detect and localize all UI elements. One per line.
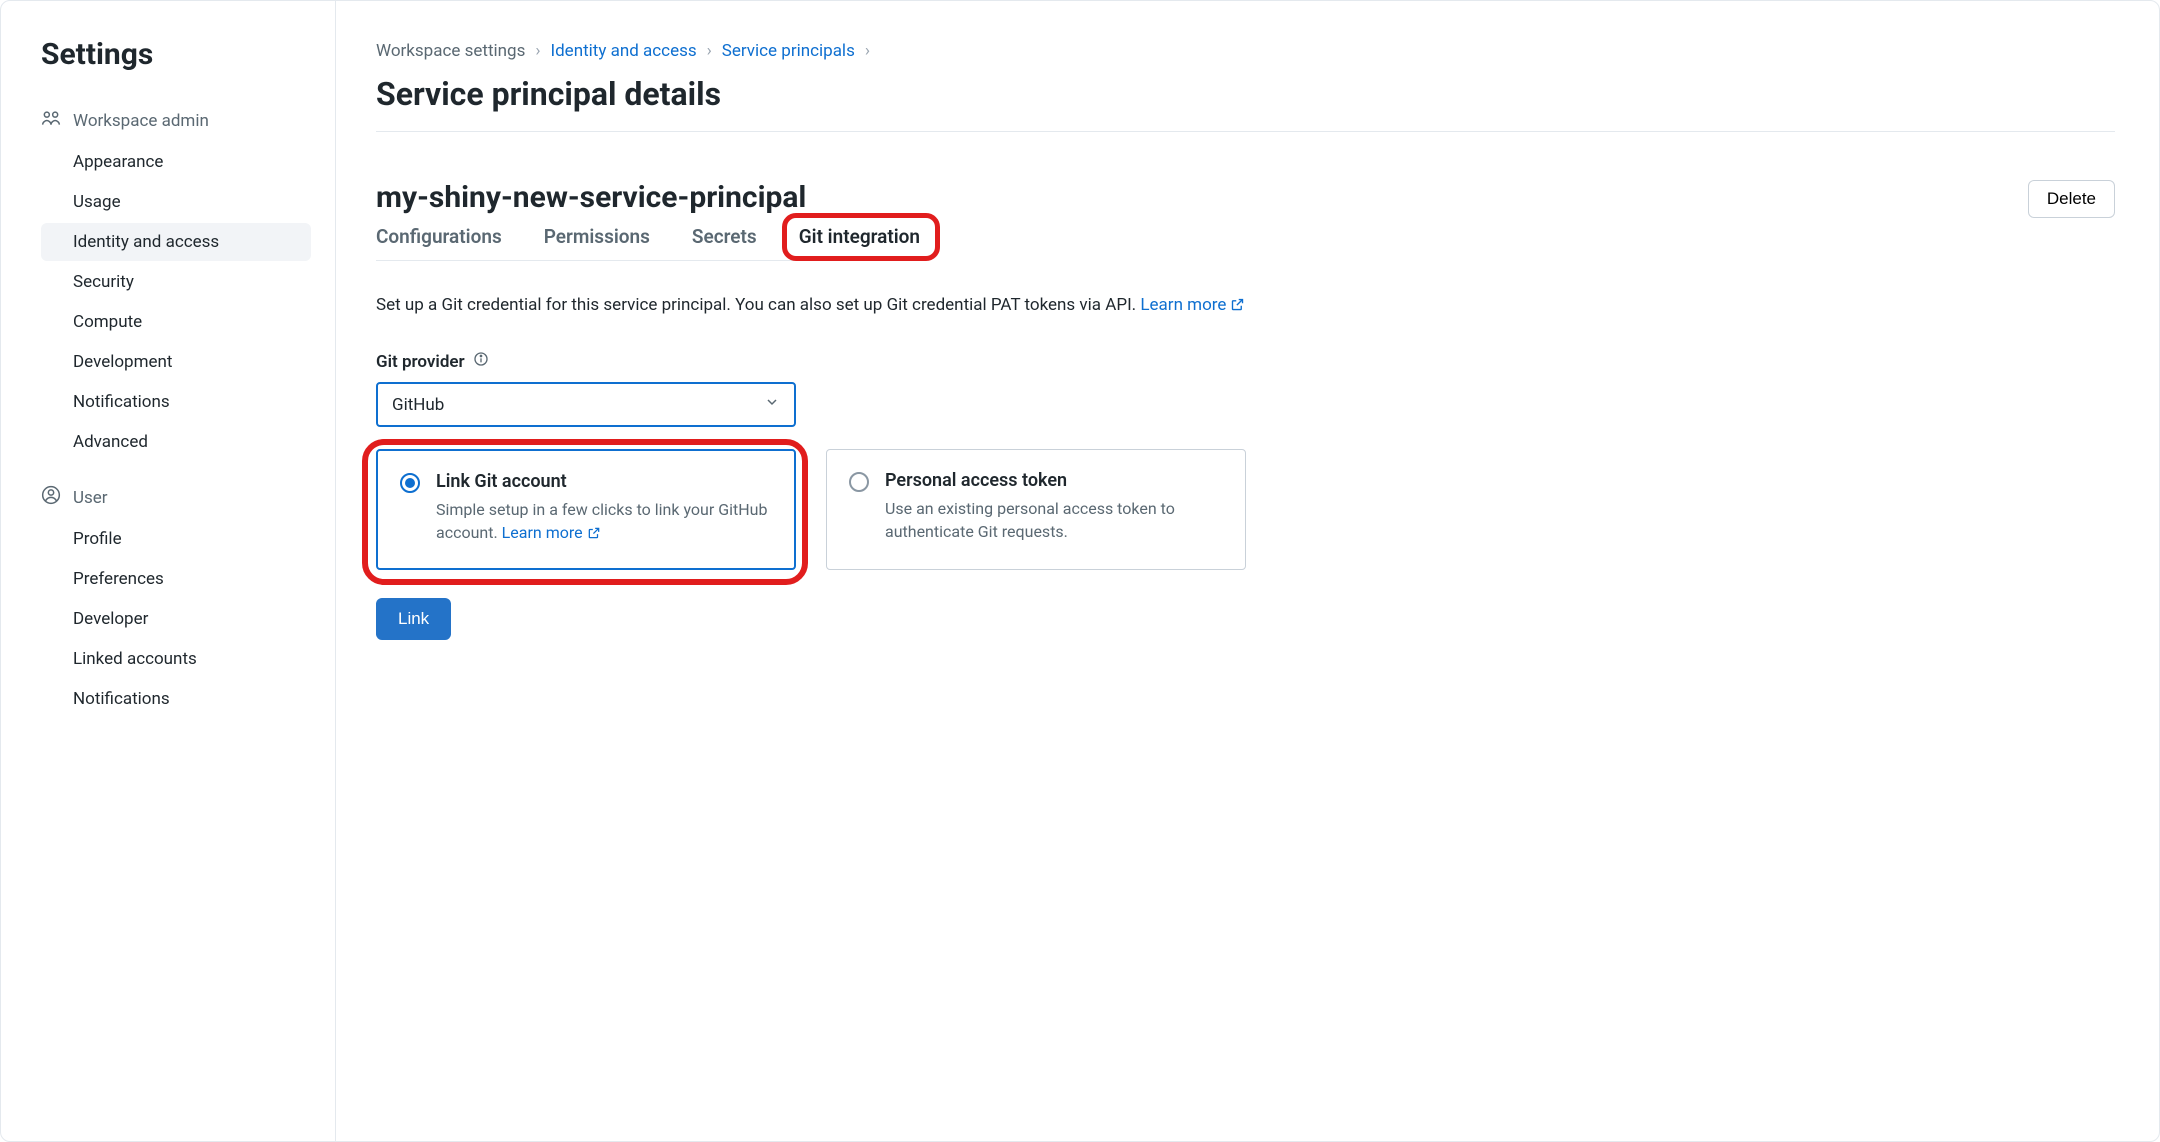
sidebar-item-development[interactable]: Development xyxy=(41,343,311,381)
breadcrumb-link-service-principals[interactable]: Service principals xyxy=(722,41,855,61)
page-title: Service principal details xyxy=(376,75,2115,113)
sidebar-item-usage[interactable]: Usage xyxy=(41,183,311,221)
sidebar-item-linked-accounts[interactable]: Linked accounts xyxy=(41,640,311,678)
learn-more-link[interactable]: Learn more xyxy=(1140,295,1245,315)
settings-sidebar: Settings Workspace admin Appearance Usag… xyxy=(1,1,336,1141)
sidebar-item-identity-and-access[interactable]: Identity and access xyxy=(41,223,311,261)
option-title: Personal access token xyxy=(885,470,1223,491)
chevron-right-icon: › xyxy=(865,41,870,61)
tab-git-integration[interactable]: Git integration xyxy=(799,225,920,260)
divider xyxy=(376,131,2115,132)
chevron-down-icon xyxy=(764,394,780,415)
radio-personal-access-token[interactable] xyxy=(849,472,869,492)
sidebar-item-preferences[interactable]: Preferences xyxy=(41,560,311,598)
delete-button[interactable]: Delete xyxy=(2028,180,2115,218)
git-provider-select[interactable]: GitHub xyxy=(376,382,796,427)
sidebar-group-user: User xyxy=(41,485,311,510)
external-link-icon xyxy=(587,523,601,546)
sidebar-item-user-notifications[interactable]: Notifications xyxy=(41,680,311,718)
radio-link-git-account[interactable] xyxy=(400,473,420,493)
option-description: Use an existing personal access token to… xyxy=(885,497,1223,543)
git-integration-description: Set up a Git credential for this service… xyxy=(376,295,2115,317)
git-provider-label: Git provider xyxy=(376,351,2115,372)
sidebar-item-security[interactable]: Security xyxy=(41,263,311,301)
sidebar-nav-user: Profile Preferences Developer Linked acc… xyxy=(41,520,311,718)
sidebar-group-workspace-admin: Workspace admin xyxy=(41,108,311,133)
external-link-icon xyxy=(1230,297,1245,317)
sidebar-item-profile[interactable]: Profile xyxy=(41,520,311,558)
sidebar-item-advanced[interactable]: Advanced xyxy=(41,423,311,461)
option-personal-access-token[interactable]: Personal access token Use an existing pe… xyxy=(826,449,1246,570)
breadcrumb-item: Workspace settings xyxy=(376,41,525,61)
tab-secrets[interactable]: Secrets xyxy=(692,225,757,260)
chevron-right-icon: › xyxy=(535,41,540,61)
learn-more-link-option[interactable]: Learn more xyxy=(502,523,601,542)
chevron-right-icon: › xyxy=(707,41,712,61)
workspace-admin-icon xyxy=(41,108,61,133)
option-link-git-account[interactable]: Link Git account Simple setup in a few c… xyxy=(376,449,796,570)
git-provider-value: GitHub xyxy=(392,395,444,415)
entity-name: my-shiny-new-service-principal xyxy=(376,180,920,215)
sidebar-nav-workspace: Appearance Usage Identity and access Sec… xyxy=(41,143,311,461)
tab-permissions[interactable]: Permissions xyxy=(544,225,650,260)
sidebar-item-developer[interactable]: Developer xyxy=(41,600,311,638)
user-icon xyxy=(41,485,61,510)
info-icon xyxy=(473,351,489,372)
sidebar-item-notifications[interactable]: Notifications xyxy=(41,383,311,421)
tab-configurations[interactable]: Configurations xyxy=(376,225,502,260)
main-content: Workspace settings › Identity and access… xyxy=(336,1,2159,1141)
breadcrumb-link-identity[interactable]: Identity and access xyxy=(550,41,696,61)
option-description: Simple setup in a few clicks to link you… xyxy=(436,498,772,546)
sidebar-title: Settings xyxy=(41,37,311,72)
link-button[interactable]: Link xyxy=(376,598,451,640)
tabs: Configurations Permissions Secrets Git i… xyxy=(376,225,920,261)
sidebar-item-compute[interactable]: Compute xyxy=(41,303,311,341)
sidebar-group-label: User xyxy=(73,488,108,508)
breadcrumb: Workspace settings › Identity and access… xyxy=(376,41,2115,61)
sidebar-item-appearance[interactable]: Appearance xyxy=(41,143,311,181)
option-title: Link Git account xyxy=(436,471,772,492)
sidebar-group-label: Workspace admin xyxy=(73,111,209,131)
